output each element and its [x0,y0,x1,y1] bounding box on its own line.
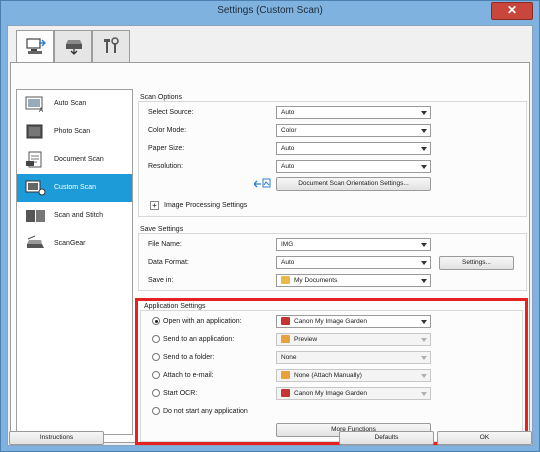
paper-size-dropdown[interactable]: Auto [276,142,431,155]
sidebar-item-label: Photo Scan [54,128,91,135]
window-title: Settings (Custom Scan) [217,5,323,16]
scangear-icon [27,235,44,248]
do-not-start-radio[interactable] [152,407,160,415]
computer-scan-icon [26,38,46,54]
window-client: A Auto Scan Photo Scan Document Scan Cus… [7,25,533,446]
resolution-label: Resolution: [148,163,184,170]
select-source-label: Select Source: [148,109,194,116]
attach-to-email-label: Attach to e-mail: [163,372,214,379]
paper-size-label: Paper Size: [148,145,185,152]
sidebar-item-custom-scan[interactable]: Custom Scan [17,174,132,202]
document-scan-icon [26,151,42,168]
chevron-down-icon [421,129,427,133]
send-to-application-dropdown[interactable]: Preview [276,333,431,346]
tools-icon [104,37,119,53]
folder-icon [281,276,290,285]
close-button[interactable]: ✕ [491,2,533,20]
settings-window: Settings (Custom Scan) ✕ A Auto Scan Pho… [0,0,540,452]
open-with-application-radio[interactable] [152,317,160,325]
sidebar-item-document-scan[interactable]: Document Scan [17,146,132,174]
chevron-down-icon [421,356,427,360]
resolution-dropdown[interactable]: Auto [276,160,431,173]
chevron-down-icon [421,243,427,247]
image-processing-label: Image Processing Settings [164,202,248,209]
auto-scan-icon: A [25,96,44,113]
open-with-application-dropdown[interactable]: Canon My Image Garden [276,315,431,328]
expand-image-processing-toggle[interactable]: + [150,201,159,210]
chevron-down-icon [421,165,427,169]
chevron-down-icon [421,279,427,283]
photo-scan-icon [26,124,43,139]
sidebar-item-scan-and-stitch[interactable]: Scan and Stitch [17,202,132,230]
sidebar-item-label: Document Scan [54,156,104,163]
image-garden-icon [281,389,290,398]
attach-to-email-dropdown[interactable]: None (Attach Manually) [276,369,431,382]
chevron-down-icon [421,392,427,396]
chevron-down-icon [421,147,427,151]
orientation-icon [254,178,271,188]
sidebar-item-label: Scan and Stitch [54,212,104,219]
send-to-folder-label: Send to a folder: [163,354,215,361]
scanner-icon [66,40,82,55]
start-ocr-radio[interactable] [152,389,160,397]
orientation-settings-button[interactable]: Document Scan Orientation Settings... [276,177,431,191]
file-name-label: File Name: [148,241,182,248]
tab-general-settings[interactable] [92,30,130,62]
select-source-dropdown[interactable]: Auto [276,106,431,119]
data-format-label: Data Format: [148,259,189,266]
chevron-down-icon [421,320,427,324]
open-with-application-label: Open with an application: [163,318,242,325]
svg-text:A: A [39,107,44,113]
tab-content: A Auto Scan Photo Scan Document Scan Cus… [10,62,530,445]
defaults-button[interactable]: Defaults [339,431,434,445]
sidebar-item-auto-scan[interactable]: A Auto Scan [17,90,132,118]
do-not-start-label: Do not start any application [163,408,248,415]
scan-type-list: A Auto Scan Photo Scan Document Scan Cus… [16,89,133,435]
application-settings-title: Application Settings [144,303,206,310]
application-settings-highlight: Application Settings Open with an applic… [135,298,528,445]
file-name-field[interactable]: IMG [276,238,431,251]
color-mode-label: Color Mode: [148,127,187,134]
save-in-label: Save in: [148,277,174,284]
sidebar-item-scangear[interactable]: ScanGear [17,230,132,258]
sidebar-item-label: ScanGear [54,240,86,247]
chevron-down-icon [421,261,427,265]
send-to-application-radio[interactable] [152,335,160,343]
start-ocr-dropdown[interactable]: Canon My Image Garden [276,387,431,400]
data-format-dropdown[interactable]: Auto [276,256,431,269]
preview-icon [281,335,290,344]
mail-app-icon [281,371,290,380]
send-to-application-label: Send to an application: [163,336,235,343]
send-to-folder-dropdown[interactable]: None [276,351,431,364]
chevron-down-icon [421,374,427,378]
tab-scan-from-panel[interactable] [54,30,92,62]
attach-to-email-radio[interactable] [152,371,160,379]
chevron-down-icon [421,111,427,115]
scan-stitch-icon [26,210,45,222]
sidebar-item-label: Custom Scan [54,184,97,191]
custom-scan-icon [25,180,46,196]
instructions-button[interactable]: Instructions [9,431,104,445]
ok-button[interactable]: OK [437,431,532,445]
save-settings-title: Save Settings [140,226,184,233]
color-mode-dropdown[interactable]: Color [276,124,431,137]
scan-options-title: Scan Options [140,94,183,101]
send-to-folder-radio[interactable] [152,353,160,361]
start-ocr-label: Start OCR: [163,390,198,397]
image-garden-icon [281,317,290,326]
data-format-settings-button[interactable]: Settings... [439,256,514,270]
sidebar-item-photo-scan[interactable]: Photo Scan [17,118,132,146]
tab-scan-from-computer[interactable] [16,30,54,63]
chevron-down-icon [421,338,427,342]
sidebar-item-label: Auto Scan [54,100,87,107]
save-in-dropdown[interactable]: My Documents [276,274,431,287]
